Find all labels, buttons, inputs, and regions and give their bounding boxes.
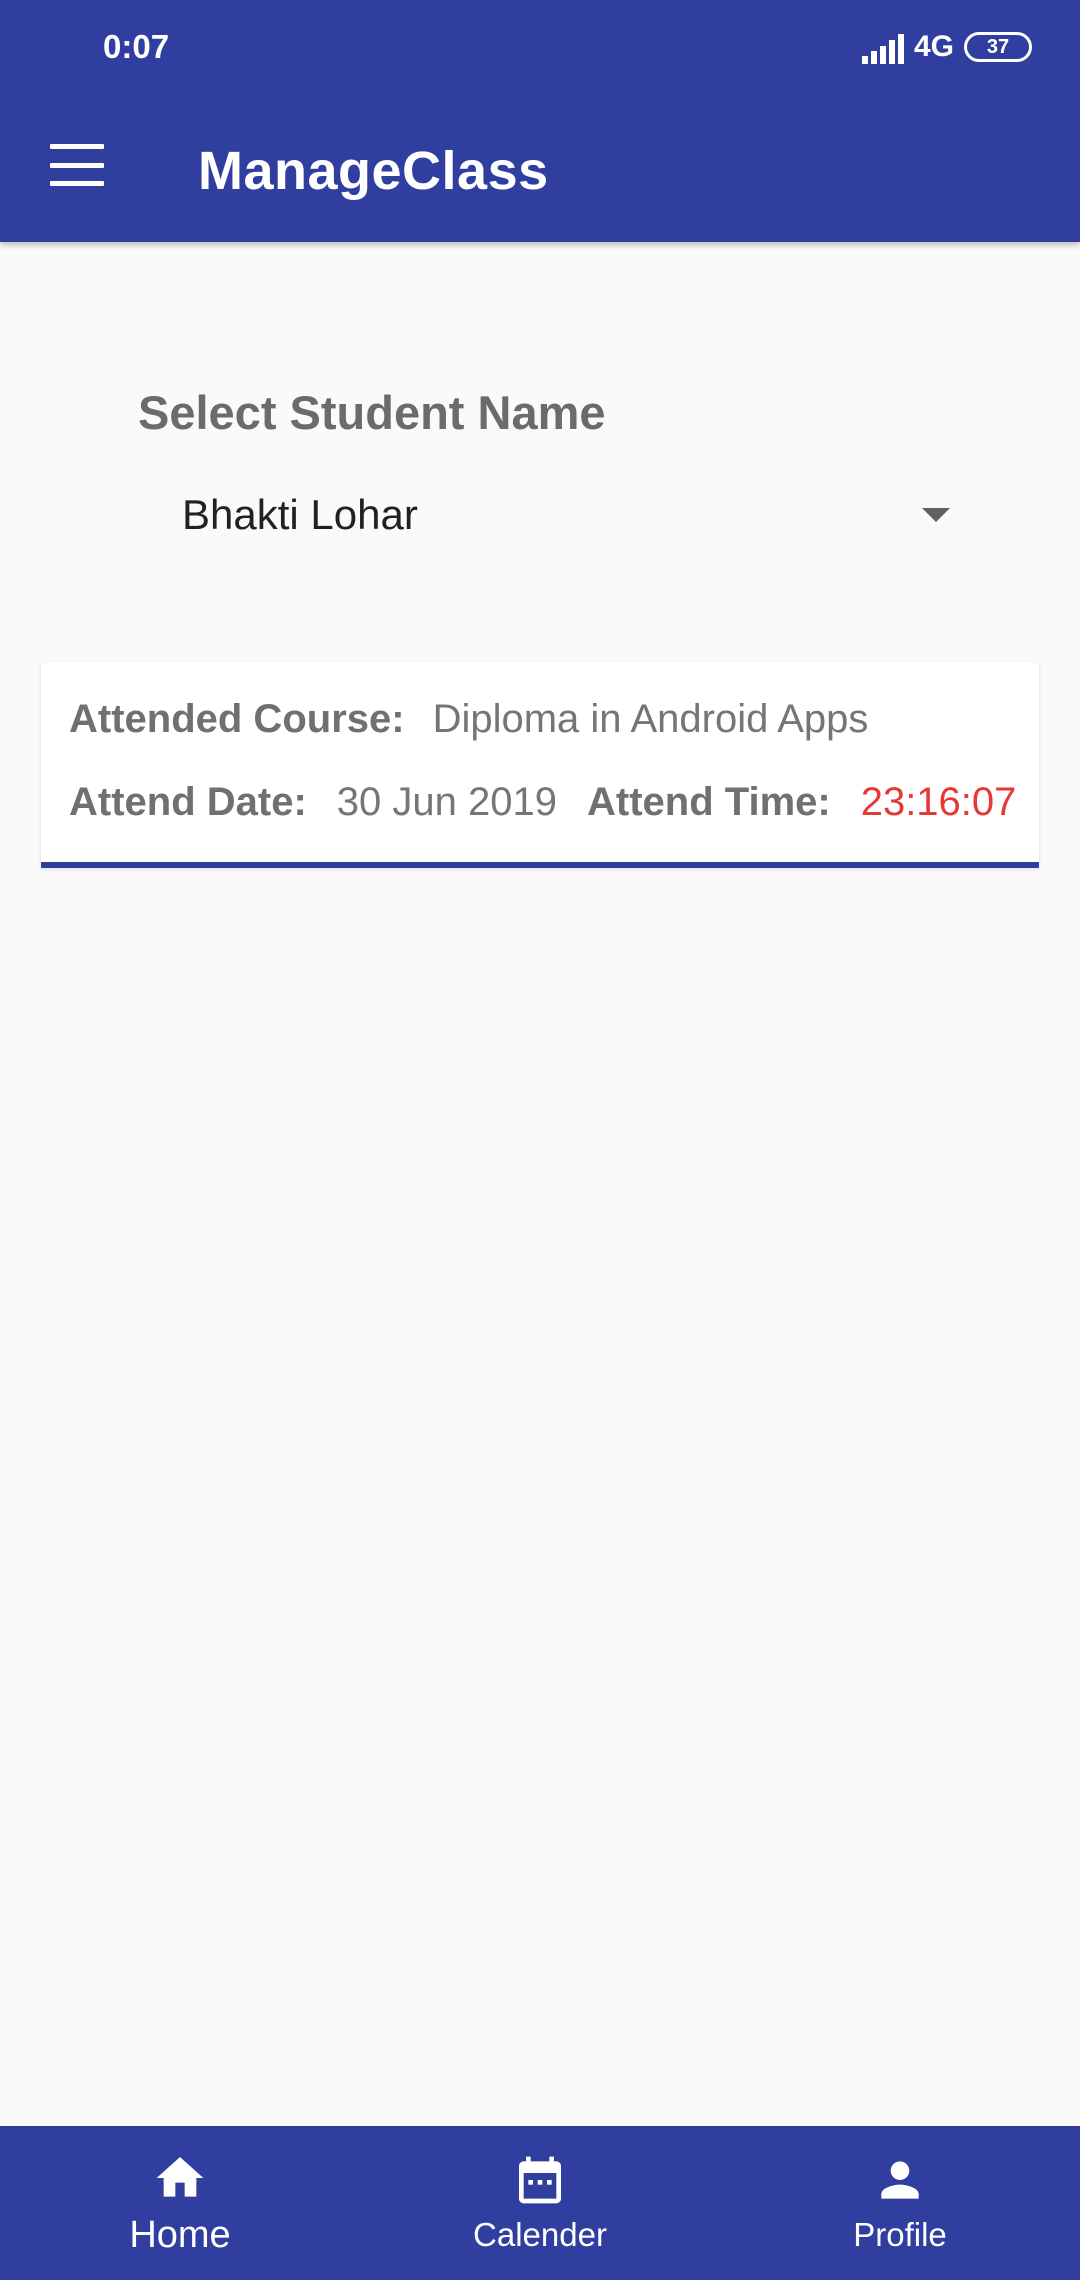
battery-icon: 37 (964, 32, 1032, 62)
attended-course-label: Attended Course: (69, 697, 405, 741)
nav-item-home[interactable]: Home (0, 2126, 360, 2280)
nav-label-profile: Profile (853, 2216, 947, 2253)
network-type: 4G (913, 30, 954, 63)
app-bar: 0:07 4G 37 ManageClass (0, 0, 1080, 242)
student-name-dropdown[interactable]: Bhakti Lohar (160, 480, 960, 550)
signal-icon (861, 30, 904, 64)
status-icons: 4G 37 (861, 30, 1032, 64)
attend-time-value: 23:16:07 (860, 780, 1017, 824)
course-row: Attended Course: Diploma in Android Apps (69, 697, 868, 742)
bottom-navigation: Home Calender Profile (0, 2126, 1080, 2280)
app-title: ManageClass (198, 141, 549, 201)
calendar-icon (519, 2156, 561, 2204)
nav-label-home: Home (129, 2213, 231, 2256)
nav-item-calender[interactable]: Calender (360, 2126, 720, 2280)
selected-student-name: Bhakti Lohar (182, 491, 418, 538)
home-icon (156, 2156, 204, 2197)
screen: 0:07 4G 37 ManageClass Select Student Na… (0, 0, 1080, 2280)
battery-level: 37 (986, 35, 1010, 58)
attendance-card[interactable]: Attended Course: Diploma in Android Apps… (41, 662, 1039, 868)
attended-course-value: Diploma in Android Apps (432, 697, 869, 741)
person-icon (881, 2161, 919, 2199)
attend-date-label: Attend Date: (69, 780, 307, 824)
nav-item-profile[interactable]: Profile (720, 2126, 1080, 2280)
date-time-row: Attend Date: 30 Jun 2019 Attend Time: 23… (69, 780, 1016, 825)
status-time: 0:07 (103, 28, 170, 65)
attend-date-value: 30 Jun 2019 (336, 780, 557, 824)
hamburger-menu-icon[interactable] (44, 140, 110, 190)
attend-time-label: Attend Time: (586, 780, 831, 824)
dropdown-arrow-icon (922, 508, 950, 522)
select-student-label: Select Student Name (138, 386, 606, 439)
nav-label-calender: Calender (473, 2216, 607, 2253)
